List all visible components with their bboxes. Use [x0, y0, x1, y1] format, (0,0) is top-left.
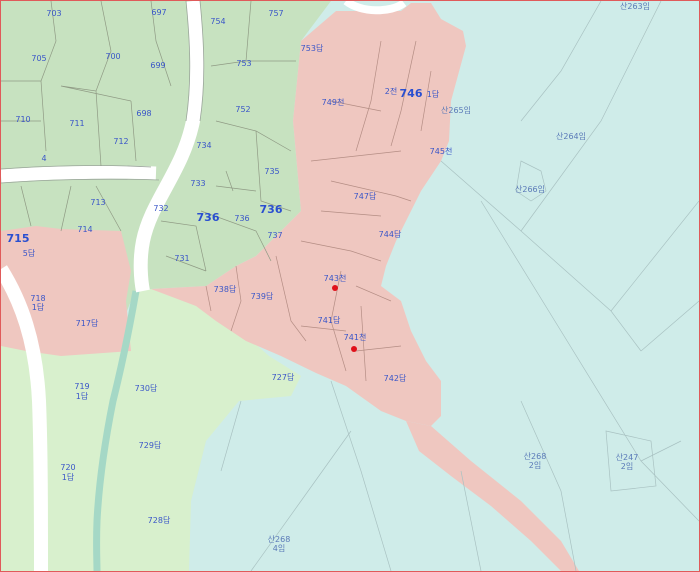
parcel-label: 735: [264, 167, 279, 176]
parcel-label: 741천: [344, 332, 367, 342]
parcel-label: 736: [234, 214, 249, 223]
parcel-label: 697: [151, 8, 166, 17]
parcel-label: 1답: [62, 472, 75, 482]
parcel-label-main: 736: [197, 211, 220, 224]
sea-label: 산266임: [515, 184, 545, 194]
parcel-label: 731: [174, 254, 189, 263]
sea-label: 산265임: [441, 105, 471, 115]
parcel-label: 744답: [379, 229, 402, 239]
parcel-label: 754: [210, 17, 225, 26]
parcel-label-main: 736: [260, 203, 283, 216]
parcel-label: 719: [74, 382, 89, 391]
parcel-label: 727답: [272, 372, 295, 382]
cadastral-map[interactable]: 703 697 754 757 705 700 699 753답 753 749…: [0, 0, 700, 572]
parcel-label: 698: [136, 109, 151, 118]
sea-label: 2임: [529, 461, 541, 470]
parcel-label: 712: [113, 137, 128, 146]
parcel-label: 1답: [76, 391, 89, 401]
parcel-label: 743천: [324, 273, 347, 283]
parcel-label: 705: [31, 54, 46, 63]
parcel-label: 757: [268, 9, 283, 18]
sea-label: 산263임: [620, 1, 650, 11]
parcel-label-main: 715: [7, 232, 30, 245]
parcel-marker-741[interactable]: [332, 285, 338, 291]
parcel-label: 711: [69, 119, 84, 128]
parcel-label: 741답: [318, 315, 341, 325]
parcel-label: 742답: [384, 373, 407, 383]
parcel-label: 733: [190, 179, 205, 188]
sea-label: 산264임: [556, 131, 586, 141]
parcel-label: 737: [267, 231, 282, 240]
parcel-label: 749천: [322, 97, 345, 107]
parcel-label: 739답: [251, 291, 274, 301]
parcel-label: 728답: [148, 515, 171, 525]
parcel-marker-742[interactable]: [351, 346, 357, 352]
parcel-label: 718: [30, 294, 45, 303]
parcel-label: 714: [77, 225, 92, 234]
parcel-label: 734: [196, 141, 211, 150]
parcel-label: 745천: [430, 146, 453, 156]
parcel-label: 4: [41, 154, 46, 163]
parcel-label: 710: [15, 115, 30, 124]
parcel-label: 703: [46, 9, 61, 18]
parcel-label: 738답: [214, 284, 237, 294]
parcel-label: 1답: [32, 302, 45, 312]
sea-label: 4임: [273, 544, 285, 553]
sea-label: 산268: [268, 534, 291, 544]
parcel-label: 753: [236, 59, 251, 68]
parcel-label: 713: [90, 198, 105, 207]
sea-label: 산268: [524, 451, 547, 461]
parcel-label: 752: [235, 105, 250, 114]
parcel-label: 732: [153, 204, 168, 213]
parcel-label: 1답: [427, 89, 440, 99]
parcel-label: 753답: [301, 43, 324, 53]
road-horizontal: [1, 165, 157, 183]
parcel-label: 700: [105, 52, 120, 61]
parcel-label: 2전: [385, 86, 397, 96]
parcel-label: 729답: [139, 440, 162, 450]
parcel-label: 720: [60, 463, 75, 472]
parcel-label: 747답: [354, 191, 377, 201]
sea-label: 산247: [616, 452, 639, 462]
map-canvas: 703 697 754 757 705 700 699 753답 753 749…: [1, 1, 699, 571]
parcel-label: 5답: [23, 248, 36, 258]
parcel-label: 717답: [76, 318, 99, 328]
parcel-label: 699: [150, 61, 165, 70]
parcel-label-main: 746: [400, 87, 423, 100]
sea-label: 2임: [621, 462, 633, 471]
parcel-label: 730답: [135, 383, 158, 393]
